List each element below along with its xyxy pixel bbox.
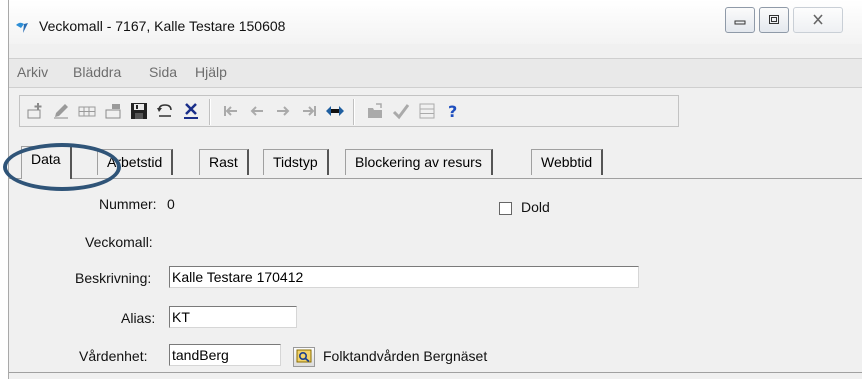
add-record-icon[interactable] bbox=[25, 101, 45, 121]
menu-bar: Arkiv Bläddra Sida Hjälp bbox=[9, 58, 862, 88]
veckomall-label: Veckomall: bbox=[85, 234, 153, 250]
tab-label: Data bbox=[31, 151, 61, 167]
checkmark-icon[interactable] bbox=[391, 101, 411, 121]
tab-webbtid[interactable]: Webbtid bbox=[531, 149, 604, 175]
tab-rast[interactable]: Rast bbox=[199, 149, 249, 175]
beskrivning-label: Beskrivning: bbox=[75, 270, 152, 286]
toolbar: ? bbox=[9, 91, 862, 133]
search-icon bbox=[296, 349, 312, 366]
alias-field[interactable]: KT bbox=[169, 306, 297, 328]
toolbar-separator bbox=[209, 99, 211, 125]
close-button[interactable] bbox=[793, 7, 843, 33]
title-bar: Veckomall - 7167, Kalle Testare 150608 bbox=[9, 0, 862, 44]
tab-bar: Data Arbetstid Rast Tidstyp Blockering a… bbox=[9, 140, 862, 180]
dold-checkbox[interactable] bbox=[499, 202, 512, 215]
maximize-icon bbox=[768, 13, 780, 28]
menu-hjalp[interactable]: Hjälp bbox=[195, 64, 227, 80]
delete-icon[interactable] bbox=[181, 101, 201, 121]
tab-label: Webbtid bbox=[541, 154, 593, 170]
minimize-icon bbox=[734, 13, 746, 28]
tab-label: Tidstyp bbox=[273, 154, 318, 170]
dold-label: Dold bbox=[521, 199, 550, 215]
svg-text:?: ? bbox=[448, 102, 457, 120]
tab-tidstyp[interactable]: Tidstyp bbox=[263, 149, 329, 175]
close-icon bbox=[812, 13, 824, 28]
swap-icon[interactable] bbox=[325, 101, 345, 121]
previous-icon[interactable] bbox=[247, 101, 267, 121]
tab-underline bbox=[9, 178, 862, 179]
vardenhet-field[interactable]: tandBerg bbox=[169, 344, 281, 366]
vardenhet-label: Vårdenhet: bbox=[79, 348, 148, 364]
maximize-button[interactable] bbox=[759, 7, 789, 33]
last-record-icon[interactable] bbox=[299, 101, 319, 121]
veckomall-window: Veckomall - 7167, Kalle Testare 150608 A… bbox=[3, 0, 862, 379]
next-icon[interactable] bbox=[273, 101, 293, 121]
bottom-border bbox=[9, 372, 862, 373]
form-icon[interactable] bbox=[103, 101, 123, 121]
help-icon[interactable]: ? bbox=[443, 101, 463, 121]
menu-bladdra[interactable]: Bläddra bbox=[73, 64, 121, 80]
save-icon[interactable] bbox=[129, 101, 149, 121]
lookup-button[interactable] bbox=[293, 347, 315, 367]
tab-label: Rast bbox=[209, 154, 238, 170]
menu-sida[interactable]: Sida bbox=[149, 64, 177, 80]
toolbar-separator bbox=[353, 99, 355, 125]
open-folder-icon[interactable] bbox=[365, 101, 385, 121]
app-icon bbox=[15, 20, 31, 34]
nummer-value: 0 bbox=[167, 196, 175, 212]
tab-data[interactable]: Data bbox=[21, 146, 72, 179]
alias-label: Alias: bbox=[121, 310, 156, 326]
tab-blockering-av-resurs[interactable]: Blockering av resurs bbox=[345, 149, 493, 175]
menu-arkiv[interactable]: Arkiv bbox=[17, 64, 48, 80]
minimize-button[interactable] bbox=[725, 7, 755, 33]
vardenhet-name: Folktandvården Bergnäset bbox=[323, 348, 488, 364]
first-record-icon[interactable] bbox=[221, 101, 241, 121]
table-icon[interactable] bbox=[77, 101, 97, 121]
undo-icon[interactable] bbox=[155, 101, 175, 121]
nummer-label: Nummer: bbox=[99, 196, 157, 212]
tab-arbetstid[interactable]: Arbetstid bbox=[97, 149, 174, 175]
tab-label: Arbetstid bbox=[107, 154, 163, 170]
beskrivning-field[interactable]: Kalle Testare 170412 bbox=[169, 266, 639, 288]
window-title: Veckomall - 7167, Kalle Testare 150608 bbox=[39, 18, 286, 34]
tab-label: Blockering av resurs bbox=[355, 154, 482, 170]
list-view-icon[interactable] bbox=[417, 101, 437, 121]
edit-icon[interactable] bbox=[51, 101, 71, 121]
